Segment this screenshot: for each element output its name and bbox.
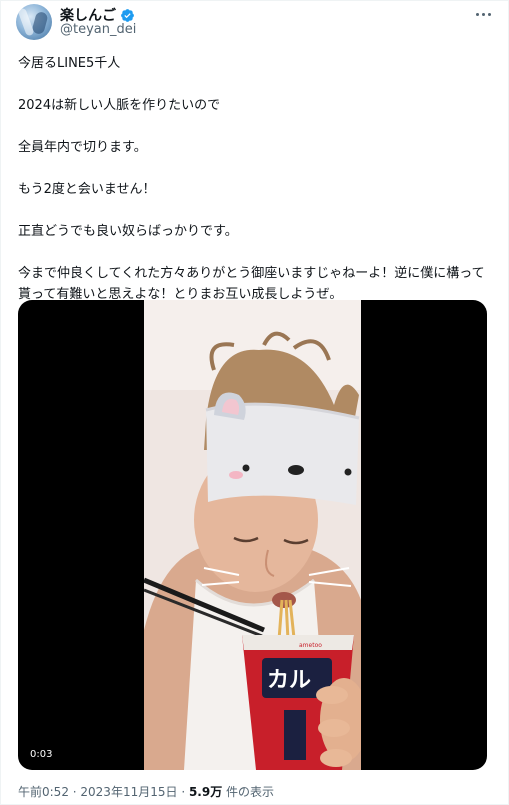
video-still-image: カル ametoo: [144, 300, 361, 770]
tweet-timestamp-link[interactable]: 午前0:52 · 2023年11月15日: [18, 785, 178, 799]
video-duration-badge: 0:03: [25, 747, 58, 762]
tweet-paragraph: 今居るLINE5千人: [18, 56, 121, 71]
video-player[interactable]: カル ametoo 0:03: [18, 300, 487, 770]
tweet-card: 楽しんご @teyan_dei 今居るLINE5千人 2024は新しい人脈を作り…: [0, 0, 509, 805]
tweet-paragraph: もう2度と会いません！: [18, 182, 156, 197]
cup-brand-text: ametoo: [299, 642, 322, 649]
verified-badge-icon: [121, 8, 134, 22]
tweet-paragraph: 正直どうでも良い奴らばっかりです。: [18, 224, 238, 239]
tweet-meta: 午前0:52 · 2023年11月15日 · 5.9万 件の表示: [18, 783, 274, 800]
tweet-paragraph: 今まで仲良くしてくれた方々ありがとう御座いますじゃねーよ！逆に僕に構って貰って有…: [18, 266, 485, 302]
more-horizontal-icon: [475, 12, 479, 16]
avatar[interactable]: [16, 4, 52, 40]
meta-separator: ·: [177, 785, 189, 799]
video-frame: カル ametoo: [144, 300, 361, 770]
tweet-paragraph: 全員年内で切ります。: [18, 140, 147, 155]
views-count: 5.9万: [188, 785, 223, 799]
views-label: 件の表示: [222, 785, 275, 799]
tweet-paragraph: 2024は新しい人脈を作りたいので: [18, 98, 221, 113]
more-options-button[interactable]: [472, 5, 494, 23]
tweet-date: 2023年11月15日: [80, 785, 178, 799]
tweet-time: 午前0:52: [18, 785, 69, 799]
tweet-text: 今居るLINE5千人 2024は新しい人脈を作りたいので 全員年内で切ります。 …: [18, 53, 496, 305]
meta-separator: ·: [68, 785, 81, 799]
cup-label-text: カル: [267, 668, 311, 693]
author-handle[interactable]: @teyan_dei: [60, 22, 136, 37]
